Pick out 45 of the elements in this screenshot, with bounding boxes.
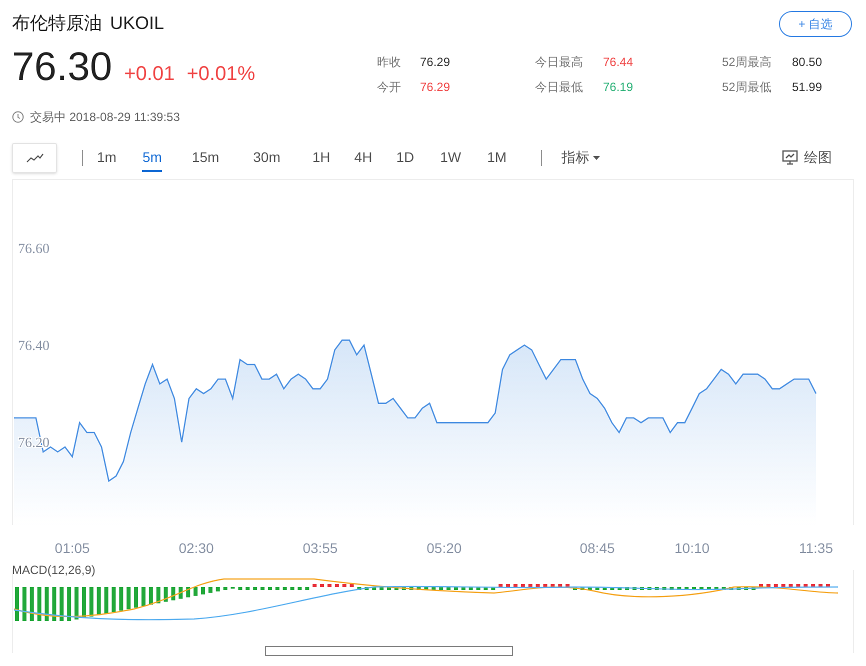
macd-label: MACD(12,26,9) [12,562,96,579]
stat-value: 80.50 [792,54,824,71]
stat-value: 76.19 [603,79,634,96]
interval-tab[interactable]: 1M [487,143,507,172]
percent-change: +0.01% [186,62,256,87]
interval-tab[interactable]: 15m [192,143,220,172]
x-tick-label: 02:30 [178,540,214,556]
interval-tab[interactable]: 1W [440,143,462,172]
price-change: +0.01 [124,62,175,87]
indicators-dropdown[interactable]: 指标 [562,147,600,168]
clock-icon [12,111,24,123]
interval-tab[interactable]: 1H [312,143,330,172]
last-price: 76.30 [12,44,112,91]
line-chart-icon [26,152,44,162]
trading-status: 交易中 2018-08-29 11:39:53 [30,109,180,126]
x-tick-label: 11:35 [799,540,833,556]
interval-tab[interactable]: 5m [142,143,162,172]
x-tick-label: 03:55 [302,540,338,556]
caret-icon [592,156,600,160]
draw-button[interactable]: 绘图 [782,147,832,168]
x-tick-label: 01:05 [54,540,90,556]
scrollbar[interactable] [265,646,513,656]
x-tick-label: 10:10 [674,540,710,556]
instrument-symbol: UKOIL [110,12,164,35]
stat-label: 昨收 [377,54,402,71]
stat-label: 52周最低 [722,79,772,96]
y-tick-label: 76.60 [18,242,50,257]
interval-tab[interactable]: 30m [253,143,280,172]
interval-tab[interactable]: 4H [354,143,372,172]
stat-label: 今日最低 [535,79,584,96]
x-tick-label: 08:45 [580,540,615,556]
y-tick-label: 76.40 [18,339,50,354]
monitor-icon [782,150,798,165]
interval-tab[interactable]: 1m [97,143,116,172]
stat-value: 76.29 [420,79,452,96]
stat-value: 76.29 [420,54,452,71]
stat-label: 52周最高 [722,54,772,71]
stat-value: 51.99 [792,79,824,96]
add-watchlist-button[interactable]: + 自选 [779,11,852,37]
stat-label: 今开 [377,79,402,96]
interval-tab[interactable]: 1D [396,143,414,172]
stat-value: 76.44 [603,54,634,71]
x-tick-label: 05:20 [426,540,462,556]
stat-label: 今日最高 [535,54,584,71]
instrument-name: 布伦特原油 [12,12,102,35]
